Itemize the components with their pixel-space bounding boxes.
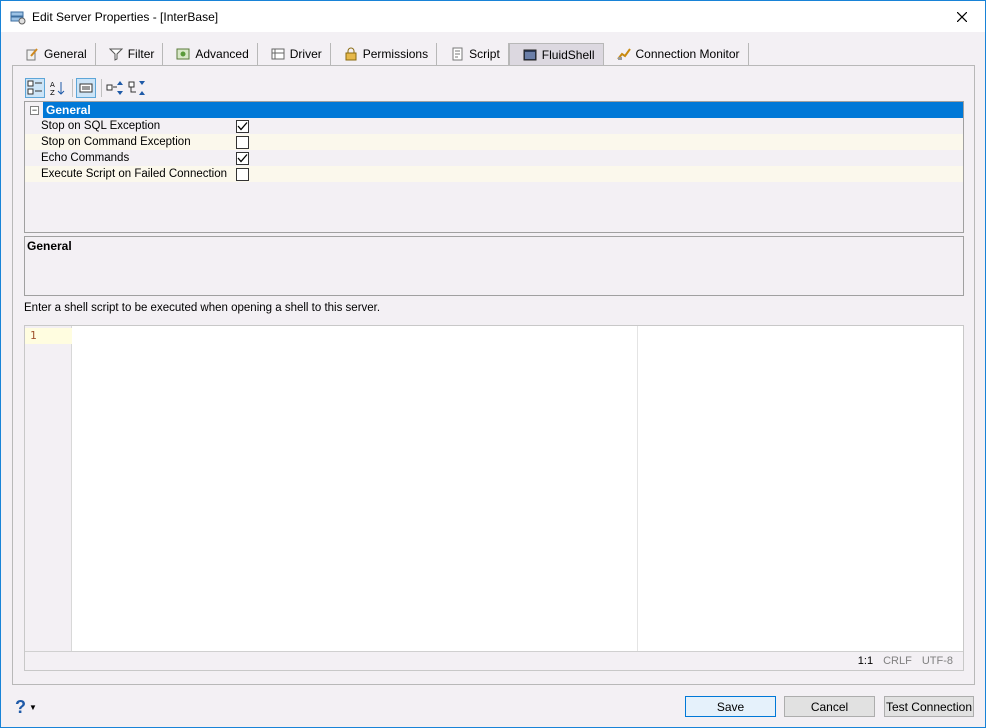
- property-row[interactable]: Execute Script on Failed Connection: [25, 166, 963, 182]
- driver-icon: [271, 48, 285, 60]
- gear-icon: [176, 48, 190, 60]
- script-icon: [452, 47, 463, 61]
- cursor-position: 1:1: [857, 655, 874, 667]
- tab-strip: General Filter Advanced Driver Permissio…: [12, 43, 749, 66]
- tab-label: FluidShell: [541, 48, 595, 62]
- property-grid: − General Stop on SQL Exception Stop on …: [24, 101, 964, 233]
- dialog-window: Edit Server Properties - [InterBase] Gen…: [0, 0, 986, 728]
- tab-advanced[interactable]: Advanced: [163, 43, 258, 65]
- close-button[interactable]: [939, 1, 985, 32]
- toolbar-separator: [101, 79, 102, 97]
- tab-general[interactable]: General: [12, 43, 96, 65]
- line-number-gutter: 1: [25, 326, 72, 652]
- funnel-icon: [108, 48, 123, 61]
- checkmark-icon: [237, 153, 248, 162]
- expand-all-icon: [106, 81, 123, 95]
- tab-filter[interactable]: Filter: [96, 43, 164, 65]
- category-title: General: [43, 102, 963, 118]
- property-name: Execute Script on Failed Connection: [41, 168, 228, 180]
- tab-label: Filter: [127, 47, 155, 61]
- sort-az-icon: AZ: [50, 81, 65, 96]
- script-editor[interactable]: 1 1:1 CRLF UTF-8: [24, 325, 964, 671]
- tab-label: Advanced: [195, 47, 249, 61]
- window-title: Edit Server Properties - [InterBase]: [32, 9, 219, 24]
- property-name: Stop on Command Exception: [41, 136, 191, 148]
- close-icon: [957, 11, 967, 22]
- line-ending: CRLF: [883, 655, 912, 667]
- terminal-icon: [523, 49, 537, 61]
- encoding: UTF-8: [921, 655, 953, 667]
- stop-on-command-exception-checkbox[interactable]: [236, 135, 249, 149]
- svg-text:A: A: [50, 81, 55, 89]
- property-pages-button[interactable]: [76, 78, 96, 98]
- alphabetical-button[interactable]: AZ: [47, 78, 67, 98]
- pencil-icon: [26, 48, 38, 61]
- property-grid-toolbar: AZ: [25, 77, 149, 99]
- expand-all-button[interactable]: [105, 78, 125, 98]
- script-description: Enter a shell script to be executed when…: [24, 302, 381, 314]
- question-icon: ?: [15, 697, 26, 717]
- lock-icon: [345, 47, 357, 61]
- property-help-panel: General: [24, 236, 964, 296]
- categorized-button[interactable]: [25, 78, 45, 98]
- tab-label: Script: [469, 47, 500, 61]
- tab-fluidshell[interactable]: FluidShell: [508, 43, 604, 66]
- tab-label: Permissions: [362, 47, 429, 61]
- echo-commands-checkbox[interactable]: [236, 151, 249, 165]
- property-name: Stop on SQL Exception: [41, 120, 161, 132]
- collapse-icon[interactable]: −: [30, 105, 39, 115]
- save-button[interactable]: Save: [685, 696, 776, 717]
- property-pages-icon: [79, 83, 93, 93]
- editor-status-bar: 1:1 CRLF UTF-8: [25, 651, 963, 670]
- server-icon: [10, 11, 26, 24]
- tab-panel-fluidshell: AZ − General Stop on SQL Exception Stop …: [12, 65, 975, 685]
- tab-label: Driver: [289, 47, 322, 61]
- cancel-button[interactable]: Cancel: [784, 696, 875, 717]
- right-margin-guide: [637, 326, 638, 652]
- tab-driver[interactable]: Driver: [258, 43, 331, 65]
- tab-label: General: [44, 47, 87, 61]
- help-title: General: [27, 239, 72, 253]
- chevron-down-icon: ▼: [29, 703, 37, 712]
- tab-connection-monitor[interactable]: Connection Monitor: [604, 43, 749, 65]
- property-row[interactable]: Stop on SQL Exception: [25, 118, 963, 134]
- property-row[interactable]: Echo Commands: [25, 150, 963, 166]
- toolbar-separator: [72, 79, 73, 97]
- svg-text:Z: Z: [50, 89, 55, 96]
- checkmark-icon: [237, 121, 248, 130]
- stop-on-sql-exception-checkbox[interactable]: [236, 119, 249, 133]
- collapse-all-button[interactable]: [127, 78, 147, 98]
- test-connection-button[interactable]: Test Connection: [884, 696, 974, 717]
- tab-permissions[interactable]: Permissions: [331, 43, 438, 65]
- execute-script-on-failed-connection-checkbox[interactable]: [236, 167, 249, 181]
- title-bar: Edit Server Properties - [InterBase]: [1, 1, 985, 32]
- categorized-icon: [27, 80, 42, 95]
- collapse-all-icon: [128, 81, 145, 95]
- property-name: Echo Commands: [41, 152, 130, 164]
- tab-script[interactable]: Script: [437, 43, 509, 65]
- category-row[interactable]: − General: [25, 102, 963, 118]
- tab-label: Connection Monitor: [635, 47, 740, 61]
- monitor-icon: [616, 48, 631, 60]
- line-number: 1: [25, 328, 72, 344]
- help-menu-button[interactable]: ? ▼: [15, 697, 37, 718]
- property-row[interactable]: Stop on Command Exception: [25, 134, 963, 150]
